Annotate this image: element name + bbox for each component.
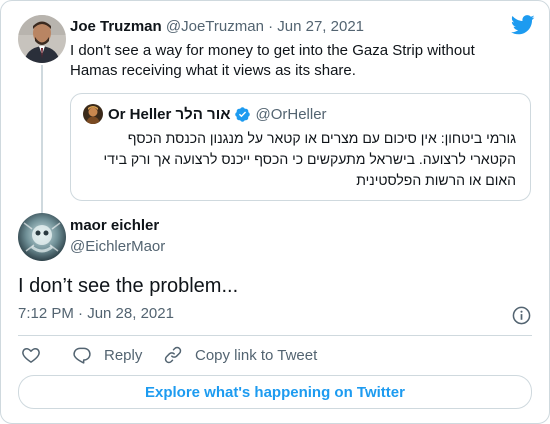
parent-header: Joe Truzman @JoeTruzman · Jun 27, 2021 [70,18,364,35]
reply-author-name[interactable]: maor eichler [70,217,159,234]
reply-button[interactable]: Reply [72,345,142,365]
quoted-author-handle: @OrHeller [255,105,327,123]
parent-separator: · [268,18,274,35]
reply-avatar[interactable] [18,213,66,261]
reply-timestamp[interactable]: 7:12 PM · Jun 28, 2021 [18,305,174,322]
quoted-avatar [83,104,103,124]
link-icon [164,346,182,364]
reply-icon [73,347,91,364]
reply-button-label: Reply [104,346,143,364]
parent-date[interactable]: Jun 27, 2021 [277,18,364,35]
parent-avatar[interactable] [18,15,66,63]
parent-author-handle[interactable]: @JoeTruzman [166,18,264,35]
heart-icon [22,348,40,363]
copy-link-button[interactable]: Copy link to Tweet [163,345,317,365]
actions-divider [18,335,532,336]
quoted-author-name: Or Heller אור הלר [108,105,231,123]
tweet-embed-card: Joe Truzman @JoeTruzman · Jun 27, 2021 I… [0,0,550,424]
quoted-header: Or Heller אור הלר @OrHeller [83,104,327,124]
reply-tweet-text: I don’t see the problem... [18,275,239,297]
verified-badge-icon [235,106,251,122]
explore-button[interactable]: Explore what's happening on Twitter [18,375,532,409]
thread-connector-line [41,65,43,213]
quoted-tweet-text: גורמי ביטחון: אין סיכום עם מצרים או קטאר… [103,130,516,188]
twitter-bird-icon[interactable] [511,15,535,35]
like-button[interactable] [21,345,53,365]
parent-author-name[interactable]: Joe Truzman [70,18,162,35]
info-icon[interactable] [512,306,531,325]
quoted-tweet[interactable]: Or Heller אור הלר @OrHeller גורמי ביטחון… [70,93,531,201]
reply-author-handle[interactable]: @EichlerMaor [70,238,165,255]
parent-tweet-text: I don't see a way for money to get into … [70,42,475,79]
copy-link-button-label: Copy link to Tweet [195,346,318,364]
